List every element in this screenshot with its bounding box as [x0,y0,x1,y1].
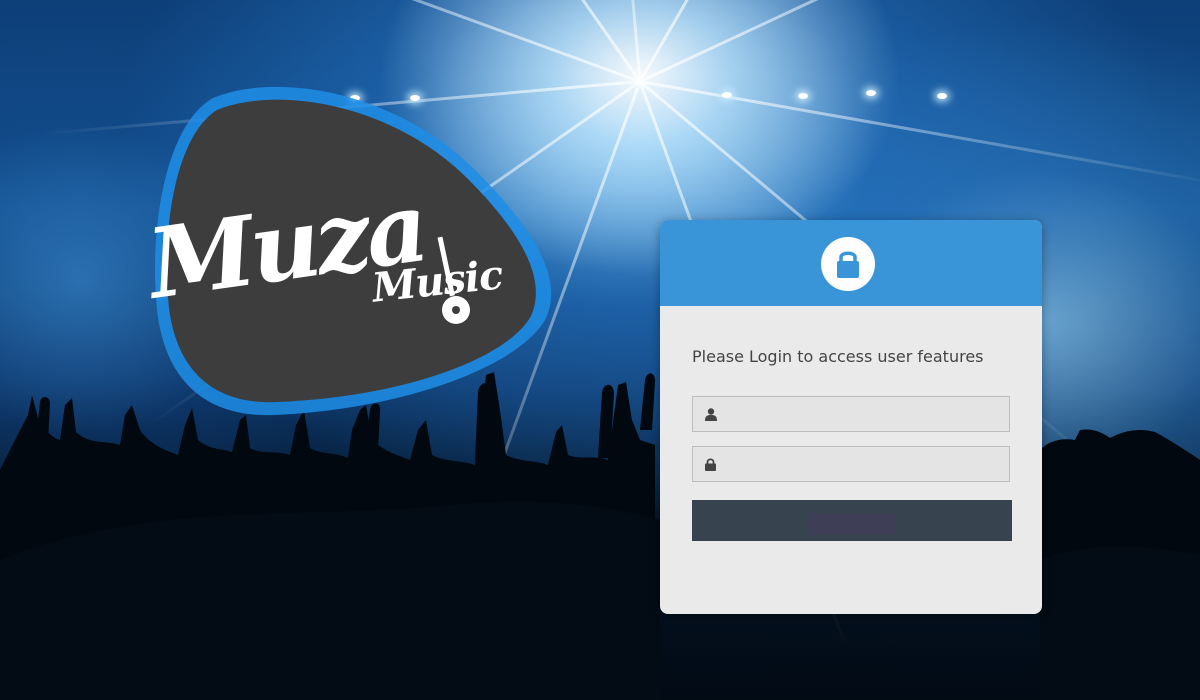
username-input[interactable] [723,397,1009,433]
login-button-label [808,513,896,535]
username-field[interactable] [692,396,1010,433]
login-button[interactable] [692,500,1012,541]
guitar-icon [437,236,470,324]
login-card: Please Login to access user features [660,220,1042,614]
lock-icon [837,251,859,278]
header-lock-badge [821,237,875,291]
password-field[interactable] [692,446,1010,483]
user-icon [705,408,717,421]
login-message: Please Login to access user features [692,347,984,366]
login-card-header [660,220,1042,306]
lock-icon [705,458,716,471]
password-input[interactable] [723,447,1009,483]
